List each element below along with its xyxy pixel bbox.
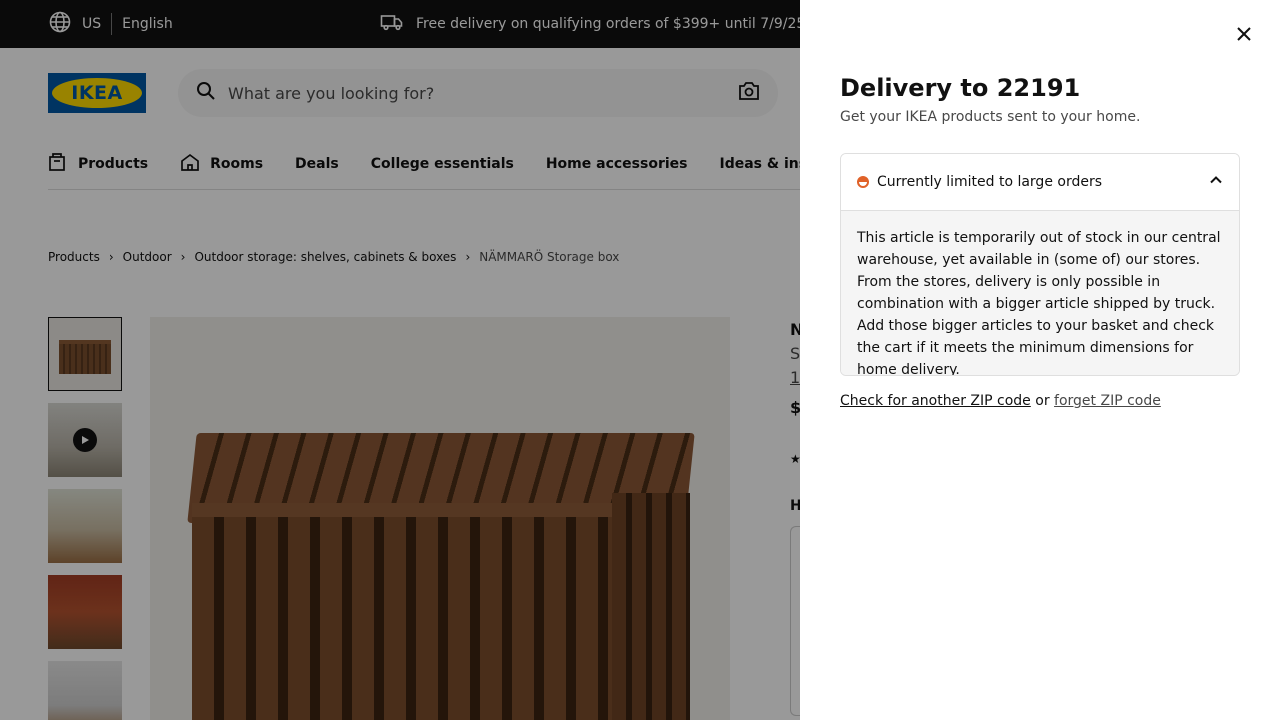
or-text: or — [1035, 393, 1050, 409]
panel-subtitle: Get your IKEA products sent to your home… — [840, 109, 1141, 125]
delivery-status-accordion: Currently limited to large orders This a… — [840, 153, 1240, 376]
forget-zip-link[interactable]: forget ZIP code — [1054, 393, 1161, 409]
status-label: Currently limited to large orders — [877, 174, 1103, 190]
accordion-body: This article is temporarily out of stock… — [841, 211, 1239, 375]
close-icon — [1236, 26, 1252, 46]
zip-links: Check for another ZIP code or forget ZIP… — [840, 393, 1161, 409]
check-zip-link[interactable]: Check for another ZIP code — [840, 393, 1031, 409]
chevron-up-icon — [1209, 173, 1223, 191]
panel-title: Delivery to 22191 — [840, 74, 1081, 102]
close-button[interactable] — [1232, 24, 1256, 48]
status-half-icon — [857, 176, 869, 188]
accordion-header[interactable]: Currently limited to large orders — [841, 154, 1239, 211]
